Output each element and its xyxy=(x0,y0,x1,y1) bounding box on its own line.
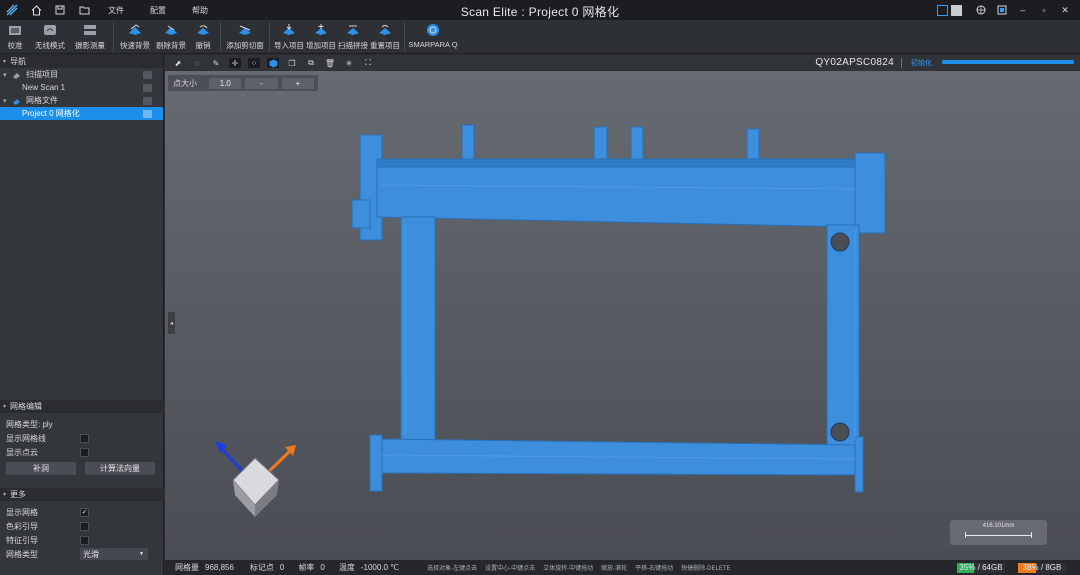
show-mesh-lines-checkbox[interactable] xyxy=(80,433,89,443)
clip-plane-icon xyxy=(237,23,253,37)
more-header[interactable]: ▾ 更多 xyxy=(0,488,164,501)
photogrammetry-icon xyxy=(82,23,98,37)
undo-button[interactable]: 撤销 xyxy=(189,20,217,54)
visibility-icon[interactable] xyxy=(143,83,152,92)
import-project-icon xyxy=(281,23,297,37)
remove-background-button[interactable]: 剔除背景 xyxy=(153,20,189,54)
add-project-button[interactable]: 增加项目 xyxy=(305,20,337,54)
wireless-mode-button[interactable]: 无线模式 xyxy=(30,20,70,54)
mesh-count-value: 968,856 xyxy=(205,563,234,572)
hint-delete: 快捷删除-DELETE xyxy=(681,566,731,572)
close-icon[interactable]: ✕ xyxy=(1056,3,1074,17)
layout-b-icon[interactable] xyxy=(951,4,962,16)
expand-arrow-icon[interactable]: ▾ xyxy=(3,71,7,79)
hint-pan: 平移-右键拖动 xyxy=(635,566,674,572)
photogrammetry-button[interactable]: 摄影测量 xyxy=(70,20,110,54)
tree-item-project0-mesh[interactable]: Project 0 网格化 xyxy=(0,107,163,120)
wireless-icon xyxy=(42,23,58,37)
temp-value: -1000.0 ℃ xyxy=(360,563,400,572)
color-guide-checkbox[interactable] xyxy=(80,521,89,531)
main-toolbar: 校准 无线模式 摄影测量 快速背景 剔除背景 撤销 添加剪切面 导入项目 增加项… xyxy=(0,20,1080,54)
tree-item-scan-project[interactable]: ▾ 扫描项目 xyxy=(0,68,163,81)
smarpara-button[interactable]: SMARPARA Q xyxy=(408,20,458,54)
fill-hole-button[interactable]: 补洞 xyxy=(6,462,76,475)
quick-background-icon xyxy=(127,23,143,37)
app-logo-icon xyxy=(0,0,24,20)
axis-gizmo[interactable] xyxy=(215,441,296,517)
mesh-type-row: 网格类型 光滑 ▼ xyxy=(0,547,164,561)
memory-usage-ram: 35% / 64GB xyxy=(957,563,1005,573)
left-panel: ▾ 导航 ▾ 扫描项目 New Scan 1 ▾ 网格文件 Project 0 … xyxy=(0,55,164,575)
visibility-icon[interactable] xyxy=(143,70,152,79)
color-guide-row: 色彩引导 xyxy=(0,519,164,533)
status-bar: 网格量 968,856 标记点 0 帧率 0 温度 -1000.0 ℃ 选择对象… xyxy=(165,560,1080,575)
tree-item-new-scan[interactable]: New Scan 1 xyxy=(0,81,163,94)
show-mesh-row: 显示网格 ✓ xyxy=(6,507,89,517)
temp-label: 温度 xyxy=(338,563,355,572)
reset-project-button[interactable]: 重置项目 xyxy=(369,20,401,54)
more-section: ▾ 更多 显示网格 ✓ 色彩引导 特征引导 网格类型 光滑 ▼ xyxy=(0,488,164,561)
show-mesh-checkbox[interactable]: ✓ xyxy=(80,507,89,517)
calibrate-icon xyxy=(7,23,23,37)
undo-icon xyxy=(195,23,211,37)
hint-center: 设置中心-中键点击 xyxy=(485,566,536,572)
visibility-icon[interactable] xyxy=(143,96,152,105)
menu-config[interactable]: 配置 xyxy=(150,5,166,16)
quick-background-button[interactable]: 快速背景 xyxy=(117,20,153,54)
save-icon[interactable] xyxy=(48,0,72,20)
language-globe-icon[interactable] xyxy=(972,3,990,17)
mesh-type-info: 网格类型: ply xyxy=(6,419,53,429)
scale-bar: 416.101mm xyxy=(950,520,1047,545)
reset-project-icon xyxy=(377,23,393,37)
layout-a-icon[interactable] xyxy=(937,4,948,16)
hint-zoom: 缩放-滚轮 xyxy=(601,566,628,572)
collapse-arrow-icon: ▾ xyxy=(3,404,7,410)
show-mesh-lines-row: 显示网格线 xyxy=(0,431,164,445)
mesh-count-label: 网格量 xyxy=(175,563,199,572)
show-point-cloud-row: 显示点云 xyxy=(0,445,164,459)
hint-rotate: 立体旋转-中键拖动 xyxy=(543,566,594,572)
mesh-edit-header[interactable]: ▾ 网格编辑 xyxy=(0,400,164,413)
title-bar: 文件 配置 帮助 Scan Elite : Project 0 网格化 – ▫ … xyxy=(0,0,1080,20)
open-folder-icon[interactable] xyxy=(72,0,96,20)
scan-project-icon xyxy=(12,71,21,79)
import-project-button[interactable]: 导入项目 xyxy=(273,20,305,54)
collapse-arrow-icon: ▾ xyxy=(3,492,7,498)
fps-value: 0 xyxy=(320,563,325,572)
hint-select: 选择对象-左键点击 xyxy=(427,566,478,572)
visibility-icon[interactable] xyxy=(143,109,152,118)
feature-guide-checkbox[interactable] xyxy=(80,535,89,545)
minimize-icon[interactable]: – xyxy=(1014,3,1032,17)
fps-label: 帧率 xyxy=(298,563,315,572)
markers-value: 0 xyxy=(279,563,285,572)
scan-stitch-button[interactable]: 扫描拼接 xyxy=(337,20,369,54)
maximize-icon[interactable]: ▫ xyxy=(1035,3,1053,17)
tree-item-mesh-files[interactable]: ▾ 网格文件 xyxy=(0,94,163,107)
mesh-type-select[interactable]: 光滑 ▼ xyxy=(80,548,148,560)
scan-stitch-icon xyxy=(345,23,361,37)
3d-viewport[interactable]: ⬈ ◌ ✎ ✛ ⁘ ❐ ⧉ 🗑 ✳ ⛶ QY02APSC0824 初始化 点大小… xyxy=(165,55,1080,560)
mesh-file-icon xyxy=(12,97,21,105)
theme-toggle-icon[interactable] xyxy=(993,3,1011,17)
collapse-arrow-icon: ▾ xyxy=(3,59,7,65)
add-project-icon xyxy=(313,23,329,37)
expand-arrow-icon[interactable]: ▾ xyxy=(3,97,7,105)
smarpara-icon xyxy=(425,23,441,37)
feature-guide-row: 特征引导 xyxy=(0,533,164,547)
calibrate-button[interactable]: 校准 xyxy=(0,20,30,54)
add-clip-plane-button[interactable]: 添加剪切面 xyxy=(224,20,266,54)
app-window: 文件 配置 帮助 Scan Elite : Project 0 网格化 – ▫ … xyxy=(0,0,1080,575)
compute-normal-button[interactable]: 计算法向量 xyxy=(85,462,155,475)
scan-model[interactable] xyxy=(165,55,1080,560)
remove-background-icon xyxy=(163,23,179,37)
menu-file[interactable]: 文件 xyxy=(108,5,124,16)
nav-header[interactable]: ▾ 导航 xyxy=(0,55,163,68)
menu-help[interactable]: 帮助 xyxy=(192,5,208,16)
memory-usage-gpu: 38% / 8GB xyxy=(1018,563,1066,573)
show-point-cloud-checkbox[interactable] xyxy=(80,447,89,457)
home-icon[interactable] xyxy=(24,0,48,20)
markers-label: 标记点 xyxy=(249,563,274,572)
mesh-edit-section: ▾ 网格编辑 网格类型: ply 显示网格线 显示点云 补洞 计算法向量 xyxy=(0,400,164,475)
chevron-down-icon: ▼ xyxy=(139,551,144,557)
